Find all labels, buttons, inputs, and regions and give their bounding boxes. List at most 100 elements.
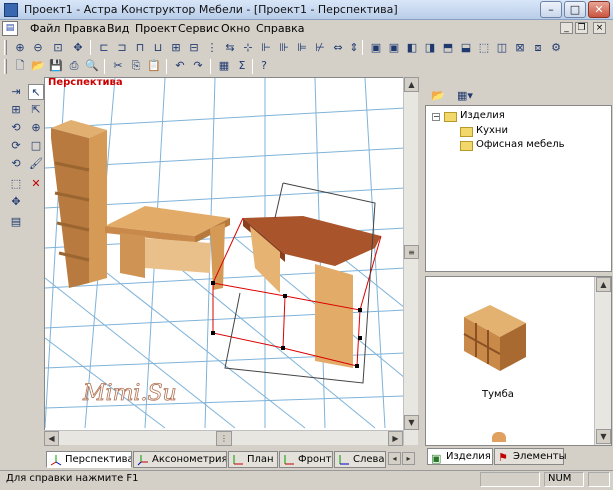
view-persp-icon[interactable]: ◫ (494, 40, 510, 56)
view-mode-dropdown-icon[interactable]: ▦▾ (452, 88, 478, 104)
zoom-in-icon[interactable]: ⊕ (12, 40, 28, 56)
undo-icon[interactable]: ↶ (172, 58, 188, 74)
menu-project[interactable]: Проект (135, 22, 177, 36)
rotate-y-icon[interactable]: ⟳ (8, 138, 24, 154)
redo-icon[interactable]: ↷ (190, 58, 206, 74)
preview-scroll-down[interactable]: ▼ (596, 429, 611, 444)
menu-view[interactable]: Вид (107, 22, 129, 36)
tabs-scroll-left[interactable]: ◂ (388, 452, 401, 465)
calculator-icon[interactable]: ▦ (216, 58, 232, 74)
menu-window[interactable]: Окно (221, 22, 250, 36)
maximize-button[interactable]: □ (564, 1, 586, 18)
move-icon[interactable]: ✥ (8, 194, 24, 210)
cabinet-thumbnail[interactable] (460, 295, 530, 375)
horizontal-scrollbar[interactable]: ◀ ⋮ ▶ (44, 430, 403, 446)
tab-axonometry[interactable]: Аксонометрия (133, 451, 227, 468)
document-icon[interactable]: ▤ (2, 21, 18, 36)
menu-service[interactable]: Сервис (178, 22, 219, 36)
zoom-out-icon[interactable]: ⊖ (30, 40, 46, 56)
view-left-icon[interactable]: ◧ (404, 40, 420, 56)
gap-top-icon[interactable]: ⊫ (294, 40, 310, 56)
delete-icon[interactable]: ✕ (28, 176, 44, 192)
help-icon[interactable]: ? (256, 58, 272, 74)
open-folder-icon[interactable]: 📂 (430, 88, 446, 104)
vertical-scrollbar[interactable]: ▲ ≡ ▼ (403, 77, 419, 445)
center-h-icon[interactable]: ⊞ (168, 40, 184, 56)
open-icon[interactable]: 📂 (30, 58, 46, 74)
tree-node-kitchens[interactable]: Кухни (476, 125, 508, 136)
tab-front[interactable]: Фронт (279, 451, 333, 468)
panel-icon[interactable]: □ (28, 138, 44, 154)
scroll-down-button[interactable]: ▼ (404, 415, 419, 430)
tree-node-root[interactable]: Изделия (460, 110, 505, 121)
view-iso-icon[interactable]: ⬚ (476, 40, 492, 56)
view-all-icon[interactable]: ⊠ (512, 40, 528, 56)
align-left-icon[interactable]: ⊏ (96, 40, 112, 56)
scroll-h-thumb[interactable]: ⋮ (216, 431, 232, 446)
preview-scrollbar[interactable]: ▲ ▼ (594, 277, 611, 445)
library-tree[interactable]: − Изделия Кухни Офисная мебель (425, 105, 612, 272)
mdi-close-button[interactable]: × (593, 22, 606, 34)
view-bottom-icon[interactable]: ⬓ (458, 40, 474, 56)
pointer-icon[interactable]: ↖ (28, 84, 44, 100)
cut-icon[interactable]: ✂ (110, 58, 126, 74)
menu-edit[interactable]: Правка (64, 22, 106, 36)
perspective-viewport[interactable]: Mimi.Su (44, 77, 418, 445)
item-preview[interactable]: Тумба ▲ ▼ (425, 276, 612, 446)
size-h-icon[interactable]: ⇔ (330, 40, 346, 56)
add-panel-icon[interactable]: ⊕ (28, 120, 44, 136)
size-v-icon[interactable]: ⇕ (346, 40, 362, 56)
scroll-thumb[interactable]: ≡ (404, 245, 419, 259)
minimize-button[interactable]: – (540, 1, 562, 18)
mdi-restore-button[interactable]: ❐ (575, 22, 588, 34)
tab-left[interactable]: Слева (334, 451, 386, 468)
preview-scroll-up[interactable]: ▲ (596, 277, 611, 292)
tab-perspective[interactable]: Перспектива (46, 451, 132, 468)
tab-plan[interactable]: План (228, 451, 278, 468)
new-icon[interactable]: 🗋 (12, 58, 28, 74)
flip-icon[interactable]: ⇆ (222, 40, 238, 56)
collapse-toggle[interactable]: − (432, 113, 440, 121)
next-item-thumbnail[interactable] (492, 432, 506, 442)
render-icon[interactable]: ⧈ (530, 40, 546, 56)
rotate-icon[interactable]: ⟲ (8, 120, 24, 136)
menu-file[interactable]: Файл (30, 22, 60, 36)
center-v-icon[interactable]: ⊟ (186, 40, 202, 56)
align-top-icon[interactable]: ⊓ (132, 40, 148, 56)
copy-icon[interactable]: ⎘ (128, 58, 144, 74)
view-front-icon[interactable]: ▣ (368, 40, 384, 56)
align-bottom-icon[interactable]: ⊔ (150, 40, 166, 56)
view-back-icon[interactable]: ▣ (386, 40, 402, 56)
settings-icon[interactable]: ⚙ (548, 40, 564, 56)
align-right-icon[interactable]: ⊐ (114, 40, 130, 56)
tabs-scroll-right[interactable]: ▸ (402, 452, 415, 465)
pan-icon[interactable]: ✥ (70, 40, 86, 56)
select-icon[interactable]: ⇱ (28, 102, 44, 118)
rotate-z-icon[interactable]: ⟲ (8, 156, 24, 172)
scroll-up-button[interactable]: ▲ (404, 77, 419, 92)
close-button[interactable]: ✕ (588, 1, 610, 18)
sigma-icon[interactable]: Σ (234, 58, 250, 74)
view-right-icon[interactable]: ◨ (422, 40, 438, 56)
zoom-window-icon[interactable]: ⊡ (50, 40, 66, 56)
menu-help[interactable]: Справка (256, 22, 304, 36)
calc-icon[interactable]: ▤ (8, 214, 24, 230)
grid-icon[interactable]: ⊞ (8, 102, 24, 118)
tree-node-office[interactable]: Офисная мебель (476, 139, 565, 150)
snap-icon[interactable]: ⊹ (240, 40, 256, 56)
gap-bottom-icon[interactable]: ⊬ (312, 40, 328, 56)
panel-tab-elements[interactable]: ⚑ Элементы (494, 448, 566, 465)
scroll-right-button[interactable]: ▶ (388, 431, 403, 446)
print-icon[interactable]: ⎙ (66, 58, 82, 74)
frame-icon[interactable]: ⬚ (8, 176, 24, 192)
distribute-icon[interactable]: ⋮ (204, 40, 220, 56)
mdi-minimize-button[interactable]: _ (560, 22, 573, 34)
view-top-icon[interactable]: ⬒ (440, 40, 456, 56)
save-icon[interactable]: 💾 (48, 58, 64, 74)
paint-icon[interactable]: 🖌 (28, 156, 44, 172)
gap-right-icon[interactable]: ⊪ (276, 40, 292, 56)
panel-tab-products[interactable]: ▣ Изделия (427, 448, 493, 465)
scroll-left-button[interactable]: ◀ (44, 431, 59, 446)
gap-left-icon[interactable]: ⊩ (258, 40, 274, 56)
insert-icon[interactable]: ⇥ (8, 84, 24, 100)
